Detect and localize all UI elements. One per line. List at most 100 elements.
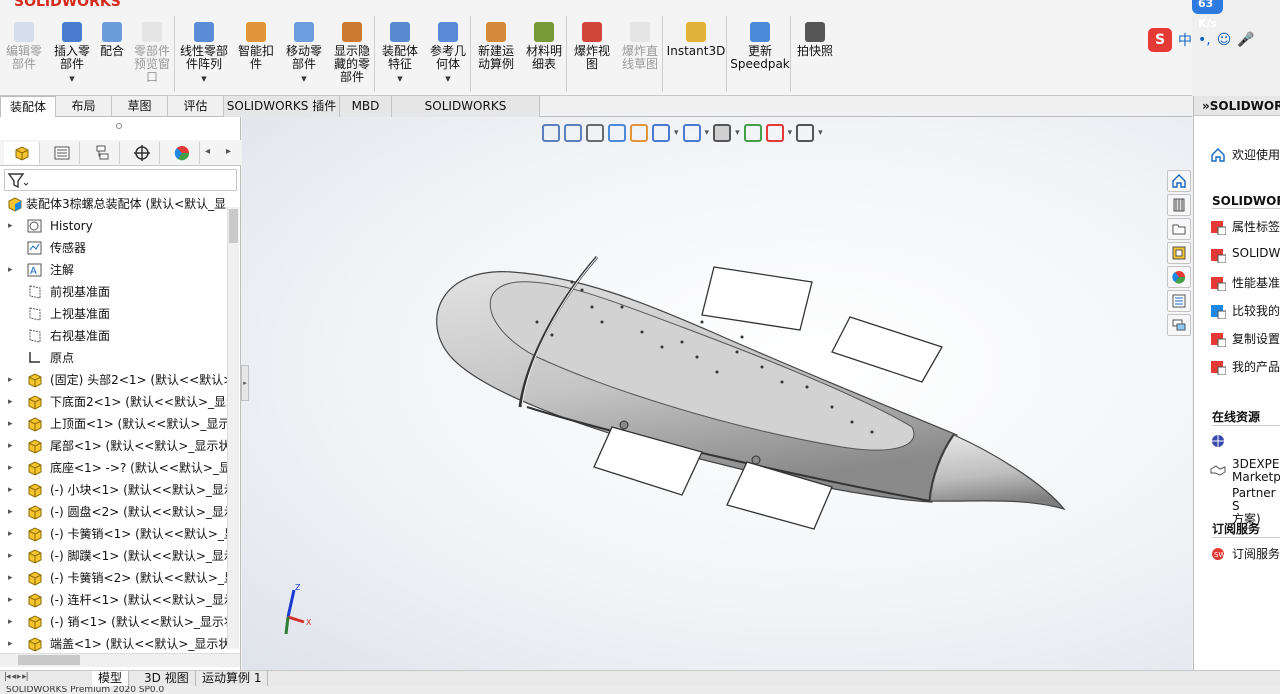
expand-icon[interactable]: ▸: [8, 259, 13, 281]
bottom-tab-0[interactable]: 模型: [92, 671, 130, 687]
expand-icon[interactable]: ▸: [8, 413, 13, 435]
take-snapshot-button[interactable]: 拍快照: [792, 18, 838, 94]
expand-icon[interactable]: ▸: [8, 457, 13, 479]
expand-icon[interactable]: ▸: [8, 479, 13, 501]
tree-item[interactable]: ▸ 底座<1> ->? (默认<<默认>_显: [0, 457, 228, 479]
tree-item[interactable]: ▸ History: [0, 215, 228, 237]
expand-icon[interactable]: ▸: [8, 567, 13, 589]
panel-collapse-handle[interactable]: ▸: [241, 365, 249, 401]
tree-vertical-scrollbar[interactable]: [227, 207, 239, 649]
nose-cone[interactable]: [929, 434, 1066, 511]
task-pane-title[interactable]: »SOLIDWORKS: [1194, 96, 1280, 116]
edit-component-button[interactable]: 编辑零 部件: [0, 18, 48, 94]
instant3d-button[interactable]: Instant3D: [664, 18, 728, 94]
new-motion-study-button[interactable]: 新建运 动算例: [472, 18, 520, 94]
fin-top-left[interactable]: [701, 266, 813, 331]
insert-components-button[interactable]: 插入零 部件 ▼: [48, 18, 96, 94]
ime-punct-toggle[interactable]: •,: [1198, 32, 1211, 48]
tab-scroll-right-icon[interactable]: ▸: [226, 146, 231, 157]
expand-icon[interactable]: ▸: [8, 369, 13, 391]
linear-pattern-button[interactable]: 线性零部 件阵列 ▼: [176, 18, 232, 94]
expand-icon[interactable]: ▸: [8, 501, 13, 523]
tree-item[interactable]: ▸ (-) 圆盘<2> (默认<<默认>_显示: [0, 501, 228, 523]
display-manager-tab-icon[interactable]: [164, 142, 200, 164]
expand-icon[interactable]: ▸: [8, 545, 13, 567]
partner-solutions-link[interactable]: Partner S 方案): [1210, 461, 1280, 526]
subscription-link[interactable]: SW 订阅服务: [1212, 545, 1280, 562]
tab-0[interactable]: 装配体: [0, 96, 56, 117]
expand-icon[interactable]: ▸: [8, 611, 13, 633]
tab-6[interactable]: SOLIDWORKS Inspection: [392, 96, 540, 133]
graphics-viewport[interactable]: ▾▾▾▾▾ ◧ ◨ – ❐ ✕: [242, 117, 1192, 670]
design-library-tab-icon[interactable]: [1167, 194, 1191, 216]
smart-fasteners-button[interactable]: 智能扣 件: [232, 18, 280, 94]
tree-item[interactable]: 右视基准面: [0, 325, 228, 347]
tree-item[interactable]: ▸ (-) 脚蹼<1> (默认<<默认>_显示: [0, 545, 228, 567]
fin-top-right[interactable]: [831, 316, 943, 383]
move-component-button[interactable]: 移动零 部件 ▼: [280, 18, 328, 94]
expand-icon[interactable]: ▸: [8, 435, 13, 457]
exploded-view-button[interactable]: 爆炸视 图: [568, 18, 616, 94]
task-pane-link[interactable]: 性能基准: [1211, 274, 1280, 291]
configuration-manager-tab-icon[interactable]: [84, 142, 120, 164]
bottom-tab-1[interactable]: 3D 视图: [138, 671, 196, 687]
mate-button[interactable]: 配合: [96, 18, 128, 94]
dimxpert-tab-icon[interactable]: [124, 142, 160, 164]
component-preview-button[interactable]: 零部件 预览窗 口: [128, 18, 176, 94]
assembly-features-button[interactable]: 装配体 特征 ▼: [376, 18, 424, 94]
move-component-dropdown-icon[interactable]: ▼: [301, 73, 306, 86]
tab-scroll-left-icon[interactable]: ◂: [205, 146, 210, 157]
assembly-features-dropdown-icon[interactable]: ▼: [397, 73, 402, 86]
appearances-tab-icon[interactable]: [1167, 266, 1191, 288]
tree-item[interactable]: 上视基准面: [0, 303, 228, 325]
microphone-icon[interactable]: 🎤: [1237, 32, 1254, 48]
tree-item[interactable]: ▸ 尾部<1> (默认<<默认>_显示状: [0, 435, 228, 457]
bill-of-materials-button[interactable]: 材料明 细表: [520, 18, 568, 94]
tree-item[interactable]: ▸ 端盖<1> (默认<<默认>_显示状: [0, 633, 228, 653]
update-speedpak-button[interactable]: 更新 Speedpak: [728, 18, 792, 94]
insert-components-dropdown-icon[interactable]: ▼: [69, 73, 74, 86]
view-palette-tab-icon[interactable]: [1167, 242, 1191, 264]
task-pane-link[interactable]: 我的产品: [1211, 358, 1280, 375]
task-pane-link[interactable]: 复制设置: [1211, 330, 1280, 347]
panel-grip-icon[interactable]: [116, 123, 122, 129]
tree-filter-field[interactable]: [4, 169, 237, 191]
tab-5[interactable]: MBD: [340, 96, 392, 117]
tree-item[interactable]: ▸ A 注解: [0, 259, 228, 281]
reference-geometry-dropdown-icon[interactable]: ▼: [445, 73, 450, 86]
ime-mode-toggle[interactable]: 中: [1178, 30, 1192, 50]
tree-item[interactable]: ▸ (-) 销<1> (默认<<默认>_显示状: [0, 611, 228, 633]
tree-item[interactable]: ▸ (-) 小块<1> (默认<<默认>_显示: [0, 479, 228, 501]
task-pane-link[interactable]: SOLIDWO: [1211, 246, 1280, 263]
reference-geometry-button[interactable]: 参考几 何体 ▼: [424, 18, 472, 94]
linear-pattern-dropdown-icon[interactable]: ▼: [201, 73, 206, 86]
expand-icon[interactable]: ▸: [8, 589, 13, 611]
property-manager-tab-icon[interactable]: [44, 142, 80, 164]
tab-4[interactable]: SOLIDWORKS 插件: [224, 96, 340, 117]
tree-vertical-scroll-thumb[interactable]: [229, 209, 238, 243]
expand-icon[interactable]: ▸: [8, 391, 13, 413]
tree-root-assembly[interactable]: 装配体3棕螺总装配体 (默认<默认_显: [0, 193, 228, 215]
show-hidden-button[interactable]: 显示隐 藏的零 部件: [328, 18, 376, 94]
tree-item[interactable]: ▸ 下底面2<1> (默认<<默认>_显示: [0, 391, 228, 413]
expand-icon[interactable]: ▸: [8, 215, 13, 237]
tree-item[interactable]: 传感器: [0, 237, 228, 259]
explode-line-sketch-button[interactable]: 爆炸直 线草图: [616, 18, 664, 94]
tree-item[interactable]: ▸ 上顶面<1> (默认<<默认>_显示: [0, 413, 228, 435]
tab-2[interactable]: 草图: [112, 96, 168, 117]
tree-horizontal-scroll-thumb[interactable]: [18, 655, 80, 665]
assembly-model[interactable]: [242, 117, 1192, 670]
expand-icon[interactable]: ▸: [8, 633, 13, 653]
emoji-icon[interactable]: ☺: [1217, 32, 1232, 48]
tree-item[interactable]: ▸ (-) 卡簧销<1> (默认<<默认>_显: [0, 523, 228, 545]
bottom-tab-2[interactable]: 运动算例 1: [196, 671, 269, 687]
home-tab-icon[interactable]: [1167, 170, 1191, 192]
file-explorer-tab-icon[interactable]: [1167, 218, 1191, 240]
filter-icon[interactable]: [8, 173, 28, 189]
tree-item[interactable]: ▸ (-) 连杆<1> (默认<<默认>_显示: [0, 589, 228, 611]
hull-body[interactable]: [436, 271, 958, 503]
tree-item[interactable]: ▸ (-) 卡簧销<2> (默认<<默认>_显: [0, 567, 228, 589]
bottom-tab-nav-icon[interactable]: |◂ ◂ ▸ ▸|: [4, 672, 29, 682]
tab-1[interactable]: 布局: [56, 96, 112, 117]
tree-item[interactable]: ▸ (固定) 头部2<1> (默认<<默认>: [0, 369, 228, 391]
